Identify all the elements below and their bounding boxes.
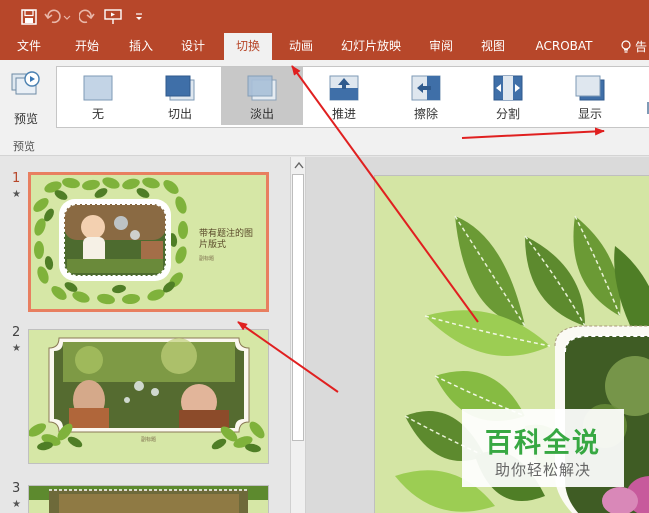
preview-label: 预览 xyxy=(13,112,38,126)
tab-home[interactable]: 开始 xyxy=(64,33,110,60)
scrollbar-thumb[interactable] xyxy=(292,174,304,441)
slide-number: 3 xyxy=(12,481,21,496)
slide-thumbnail-2[interactable]: 副标题 xyxy=(28,329,269,464)
transition-label: 显示 xyxy=(577,107,602,121)
customize-toolbar-icon[interactable] xyxy=(126,4,152,30)
redo-icon[interactable] xyxy=(74,4,100,30)
slide-2-artwork xyxy=(29,330,268,463)
transition-gallery: 无 切出 淡出 推进 擦除 分割 显示 xyxy=(56,66,649,128)
transition-push[interactable]: 推进 xyxy=(303,67,385,125)
preview-button[interactable]: 预览 xyxy=(6,66,46,128)
preview-group-label: 预览 xyxy=(13,140,35,153)
preview-icon xyxy=(11,71,40,95)
transition-star-icon: ★ xyxy=(12,499,21,510)
slide-2-caption: 副标题 xyxy=(140,437,156,443)
tell-me-box[interactable]: 告 xyxy=(620,33,647,60)
transitions-ribbon: 预览 预览 无 切出 淡出 推进 擦除 分割 显示 xyxy=(0,60,649,156)
none-transition-icon xyxy=(83,75,113,101)
slide-number: 1 xyxy=(12,171,21,186)
tab-design[interactable]: 设计 xyxy=(170,33,216,60)
tab-insert[interactable]: 插入 xyxy=(118,33,164,60)
tab-transitions[interactable]: 切换 xyxy=(224,33,272,60)
reveal-transition-icon xyxy=(575,75,605,101)
tab-acrobat[interactable]: ACROBAT xyxy=(530,33,598,60)
watermark-title: 百科全说 xyxy=(485,428,601,459)
transition-star-icon: ★ xyxy=(12,343,21,354)
ribbon-tabs: 文件 开始 插入 设计 切换 动画 幻灯片放映 审阅 视图 ACROBAT 告 xyxy=(0,33,649,60)
transition-wipe[interactable]: 擦除 xyxy=(385,67,467,125)
slide-1-caption: 副标题 xyxy=(199,256,215,262)
tab-review[interactable]: 审阅 xyxy=(420,33,462,60)
transition-reveal[interactable]: 显示 xyxy=(549,67,631,125)
tab-view[interactable]: 视图 xyxy=(472,33,514,60)
slide-3-artwork xyxy=(29,486,268,513)
slideshow-from-start-icon[interactable] xyxy=(100,4,126,30)
slide-thumbnail-1[interactable]: 带有题注的图片版式 副标题 xyxy=(28,172,269,312)
transition-label: 推进 xyxy=(331,107,356,121)
wipe-transition-icon xyxy=(411,75,441,101)
transition-label: 淡出 xyxy=(249,107,274,121)
transition-label: 切出 xyxy=(167,107,192,121)
slide-thumbnail-3[interactable] xyxy=(28,485,269,513)
watermark-badge: 百科全说 助你轻松解决 xyxy=(462,409,624,487)
tab-slideshow[interactable]: 幻灯片放映 xyxy=(336,33,406,60)
transition-star-icon: ★ xyxy=(12,189,21,200)
split-transition-icon xyxy=(493,75,523,101)
transition-label: 无 xyxy=(91,107,104,121)
transition-none[interactable]: 无 xyxy=(57,67,139,125)
lightbulb-icon xyxy=(621,39,631,53)
undo-icon[interactable] xyxy=(42,4,74,30)
tab-animations[interactable]: 动画 xyxy=(278,33,324,60)
slide-thumbnail-pane: 1 ★ 带有题注的图片版式 副标题 2 ★ 副标题 3 ★ xyxy=(0,157,290,513)
thumbnail-scrollbar[interactable] xyxy=(290,157,306,513)
save-icon[interactable] xyxy=(16,4,42,30)
quick-access-toolbar xyxy=(0,0,649,33)
transition-label: 擦除 xyxy=(413,107,438,121)
slide-1-title: 带有题注的图片版式 xyxy=(199,229,254,250)
slide-number: 2 xyxy=(12,325,21,340)
push-transition-icon xyxy=(329,75,359,101)
powerpoint-window: 文件 开始 插入 设计 切换 动画 幻灯片放映 审阅 视图 ACROBAT 告 … xyxy=(0,0,649,513)
watermark-subtitle: 助你轻松解决 xyxy=(494,461,591,479)
fade-transition-icon xyxy=(247,75,277,101)
transition-fade[interactable]: 淡出 xyxy=(221,67,303,125)
transition-split[interactable]: 分割 xyxy=(467,67,549,125)
transition-label: 分割 xyxy=(495,107,520,121)
tell-me-label: 告 xyxy=(635,40,648,54)
transition-cut[interactable]: 切出 xyxy=(139,67,221,125)
cut-transition-icon xyxy=(165,75,195,101)
scroll-up-icon[interactable] xyxy=(294,161,304,169)
tab-file[interactable]: 文件 xyxy=(6,33,52,60)
